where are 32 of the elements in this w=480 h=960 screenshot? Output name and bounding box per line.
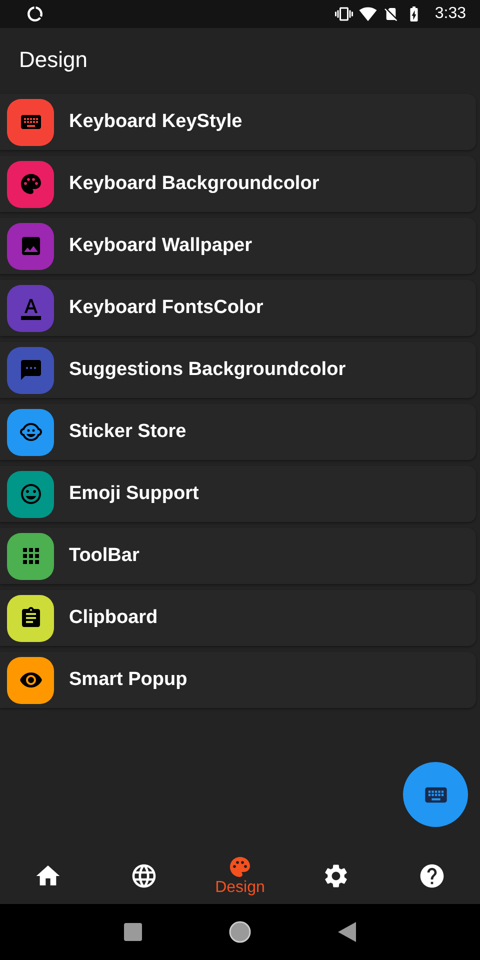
menu-item-label: Keyboard FontsColor xyxy=(69,297,264,319)
menu-item-label: ToolBar xyxy=(69,545,140,567)
menu-item[interactable]: Suggestions Backgroundcolor xyxy=(0,342,476,398)
menu-item[interactable]: Sticker Store xyxy=(0,404,476,460)
menu-item-label: Emoji Support xyxy=(69,483,199,505)
nav-tab[interactable]: Design xyxy=(192,854,288,896)
menu-item-label: Keyboard KeyStyle xyxy=(69,111,242,133)
palette-icon xyxy=(228,854,252,878)
menu-item-label: Keyboard Wallpaper xyxy=(69,235,252,257)
menu-item[interactable]: Smart Popup xyxy=(0,652,476,708)
menu-item-label: Keyboard Backgroundcolor xyxy=(69,173,320,195)
vibrate-icon xyxy=(334,5,353,23)
menu-item[interactable]: Keyboard KeyStyle xyxy=(0,94,476,150)
menu-item[interactable]: Clipboard xyxy=(0,590,476,646)
recents-icon[interactable] xyxy=(124,923,142,941)
page-title: Design xyxy=(19,47,88,73)
menu-item[interactable]: ToolBar xyxy=(0,528,476,584)
menu-item-label: Suggestions Backgroundcolor xyxy=(69,359,346,381)
menu-item[interactable]: Keyboard Wallpaper xyxy=(0,218,476,274)
menu-item[interactable]: Keyboard FontsColor xyxy=(0,280,476,336)
back-icon[interactable] xyxy=(338,922,356,942)
menu-item[interactable]: Keyboard Backgroundcolor xyxy=(0,156,476,212)
menu-item-label: Smart Popup xyxy=(69,669,188,691)
home-button-icon[interactable] xyxy=(228,921,251,943)
menu-item-label: Sticker Store xyxy=(69,421,186,443)
wifi-icon xyxy=(358,5,377,23)
menu-item[interactable]: Emoji Support xyxy=(0,466,476,522)
app-notification-icon xyxy=(26,5,44,23)
globe-icon xyxy=(130,862,158,890)
help-icon xyxy=(418,862,446,890)
clock-time: 3:33 xyxy=(434,5,466,23)
menu-item-label: Clipboard xyxy=(69,607,158,629)
